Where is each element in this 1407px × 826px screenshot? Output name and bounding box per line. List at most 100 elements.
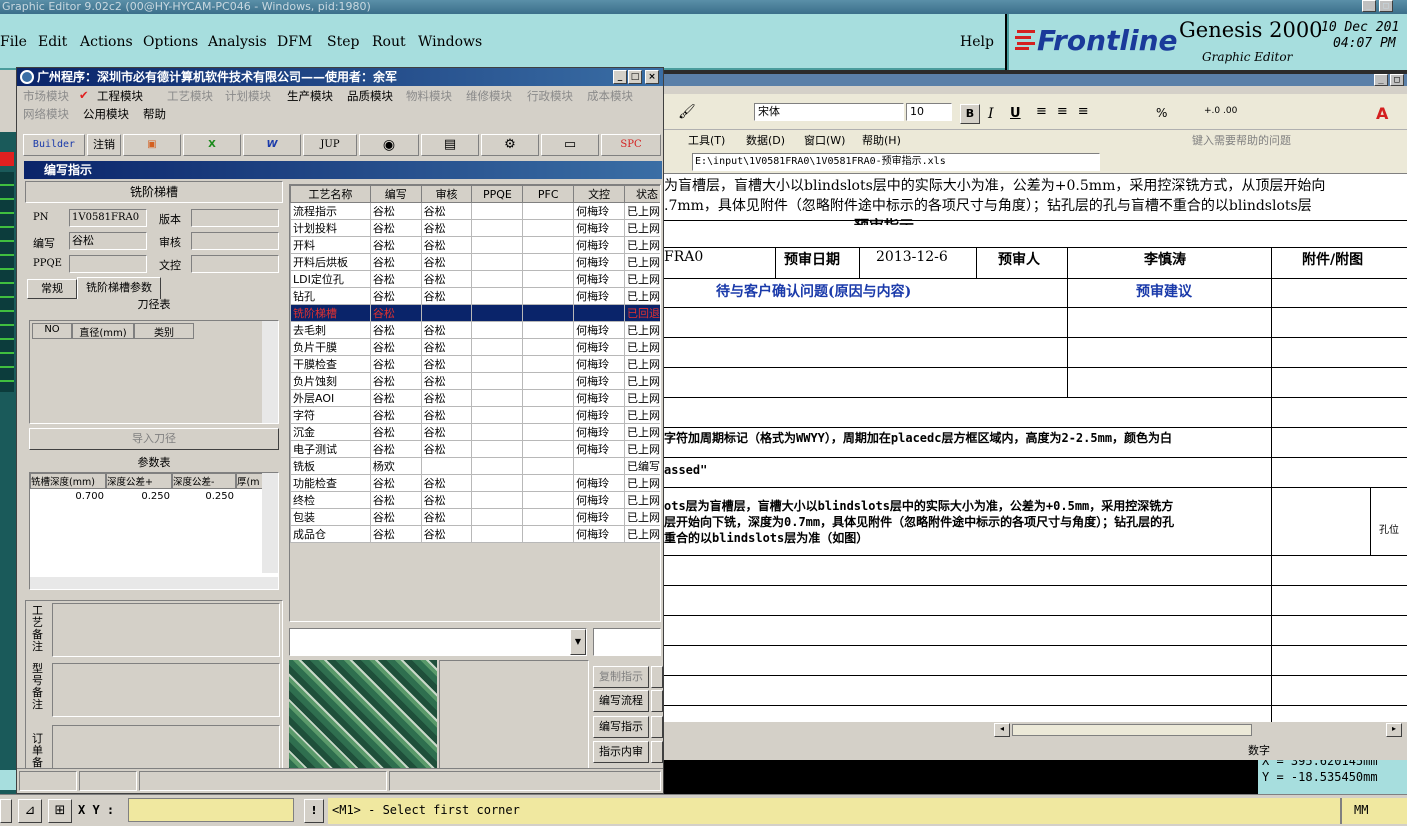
table-cell[interactable]: 谷松 <box>420 406 473 424</box>
table-cell[interactable] <box>522 457 575 475</box>
table-cell[interactable]: 谷松 <box>369 508 422 526</box>
font-name-select[interactable]: 宋体 <box>754 103 904 121</box>
table-cell[interactable]: 谷松 <box>369 423 422 441</box>
tool-table[interactable]: NO 直径(mm) 类别 <box>29 320 279 424</box>
doc-field[interactable] <box>191 255 279 273</box>
table-cell[interactable]: 已上网 <box>624 525 660 543</box>
table-row[interactable]: 终检 谷松 谷松 何梅玲 已上网 <box>290 491 660 509</box>
table-cell[interactable]: 负片干膜 <box>290 338 371 356</box>
table-row[interactable]: 负片蚀刻 谷松 谷松 何梅玲 已上网 <box>290 372 660 390</box>
ppqe-field[interactable] <box>69 255 147 273</box>
menu-options[interactable]: Options <box>143 34 198 50</box>
align-icons[interactable]: ≡≡≡ <box>1036 104 1126 124</box>
table-cell[interactable]: 流程指示 <box>290 202 371 220</box>
table-cell[interactable] <box>471 508 524 526</box>
database-icon[interactable]: ▤ <box>421 134 479 156</box>
table-cell[interactable] <box>522 270 575 288</box>
table-row[interactable]: 计划投料 谷松 谷松 何梅玲 已上网 <box>290 219 660 237</box>
table-cell[interactable]: 计划投料 <box>290 219 371 237</box>
units-box[interactable]: MM <box>1340 798 1407 824</box>
table-cell[interactable] <box>522 253 575 271</box>
table-cell[interactable]: 何梅玲 <box>573 474 626 492</box>
builder-button[interactable]: Builder <box>23 134 85 156</box>
table-cell[interactable]: 何梅玲 <box>573 508 626 526</box>
table-cell[interactable]: 已回退 <box>624 304 660 322</box>
table-cell[interactable]: 电子测试 <box>290 440 371 458</box>
table-cell[interactable]: 已上网 <box>624 355 660 373</box>
table-cell[interactable]: 已上网 <box>624 423 660 441</box>
module-cost[interactable]: 成本模块 <box>587 88 633 104</box>
table-cell[interactable] <box>420 457 473 475</box>
logout-button[interactable]: 注销 <box>87 134 121 156</box>
version-field[interactable] <box>191 209 279 227</box>
table-cell[interactable]: 已上网 <box>624 406 660 424</box>
table-row[interactable]: 干膜检查 谷松 谷松 何梅玲 已上网 <box>290 355 660 373</box>
table-cell[interactable]: 谷松 <box>369 236 422 254</box>
table-cell[interactable]: 外层AOI <box>290 389 371 407</box>
excel-hscroll[interactable]: ◂ ▸ <box>664 722 1407 738</box>
table-cell[interactable]: 已上网 <box>624 508 660 526</box>
table-cell[interactable] <box>471 236 524 254</box>
table-row[interactable]: 电子测试 谷松 谷松 何梅玲 已上网 <box>290 440 660 458</box>
module-production[interactable]: 生产模块 <box>287 88 333 104</box>
table-cell[interactable]: 已上网 <box>624 491 660 509</box>
copy-instruction-button[interactable]: 复制指示 <box>593 666 649 688</box>
table-cell[interactable] <box>471 423 524 441</box>
table-cell[interactable] <box>420 304 473 322</box>
attach-thumb[interactable]: 孔位 <box>1370 487 1407 555</box>
table-cell[interactable] <box>522 372 575 390</box>
table-row[interactable]: 功能检查 谷松 谷松 何梅玲 已上网 <box>290 474 660 492</box>
table-cell[interactable]: 谷松 <box>369 406 422 424</box>
table-cell[interactable]: 已上网 <box>624 202 660 220</box>
module-common[interactable]: 公用模块 <box>83 106 129 122</box>
table-cell[interactable]: 何梅玲 <box>573 321 626 339</box>
excel-min-button[interactable]: _ <box>1374 74 1388 86</box>
menu-actions[interactable]: Actions <box>80 34 133 50</box>
decimal-icons[interactable]: +.0 .00 <box>1204 106 1237 116</box>
table-cell[interactable]: 谷松 <box>420 440 473 458</box>
table-cell[interactable]: 已上网 <box>624 389 660 407</box>
side-extra-1[interactable] <box>651 666 663 688</box>
table-cell[interactable] <box>471 491 524 509</box>
ppt-icon[interactable]: ▣ <box>123 134 181 156</box>
table-cell[interactable] <box>471 253 524 271</box>
table-cell[interactable]: 钻孔 <box>290 287 371 305</box>
table-cell[interactable]: 已上网 <box>624 474 660 492</box>
table-cell[interactable]: 何梅玲 <box>573 202 626 220</box>
table-cell[interactable]: 谷松 <box>420 236 473 254</box>
table-row[interactable]: 铣阶梯槽 谷松 已回退 <box>290 304 660 322</box>
module-quality[interactable]: 品质模块 <box>347 88 393 104</box>
table-cell[interactable]: 铣板 <box>290 457 371 475</box>
param-hscroll[interactable] <box>30 577 278 589</box>
table-cell[interactable]: 成品仓 <box>290 525 371 543</box>
eye-icon[interactable]: ◉ <box>359 134 419 156</box>
table-row[interactable]: 包装 谷松 谷松 何梅玲 已上网 <box>290 508 660 526</box>
table-cell[interactable]: 谷松 <box>420 253 473 271</box>
table-cell[interactable]: 谷松 <box>420 474 473 492</box>
menu-analysis[interactable]: Analysis <box>208 34 267 50</box>
excel-max-button[interactable]: □ <box>1390 74 1404 86</box>
table-cell[interactable]: LDI定位孔 <box>290 270 371 288</box>
table-cell[interactable]: 谷松 <box>369 287 422 305</box>
hscroll-thumb[interactable] <box>1012 724 1252 736</box>
table-cell[interactable]: 何梅玲 <box>573 372 626 390</box>
table-cell[interactable]: 已上网 <box>624 253 660 271</box>
table-row[interactable]: 去毛刺 谷松 谷松 何梅玲 已上网 <box>290 321 660 339</box>
col-pfc[interactable]: PFC <box>522 185 575 203</box>
alert-icon[interactable]: ! <box>304 799 324 823</box>
table-cell[interactable]: 谷松 <box>420 389 473 407</box>
table-cell[interactable]: 已上网 <box>624 321 660 339</box>
table-cell[interactable] <box>471 321 524 339</box>
col-author[interactable]: 编写 <box>369 185 422 203</box>
table-cell[interactable] <box>471 202 524 220</box>
table-cell[interactable] <box>573 457 626 475</box>
side-extra-2[interactable] <box>651 690 663 712</box>
excel-menu-tools[interactable]: 工具(T) <box>688 132 725 148</box>
excel-menu-data[interactable]: 数据(D) <box>746 132 785 148</box>
table-cell[interactable]: 干膜检查 <box>290 355 371 373</box>
col-doc[interactable]: 文控 <box>573 185 626 203</box>
table-cell[interactable]: 沉金 <box>290 423 371 441</box>
table-cell[interactable]: 谷松 <box>369 355 422 373</box>
table-cell[interactable]: 谷松 <box>369 491 422 509</box>
table-cell[interactable]: 谷松 <box>420 219 473 237</box>
